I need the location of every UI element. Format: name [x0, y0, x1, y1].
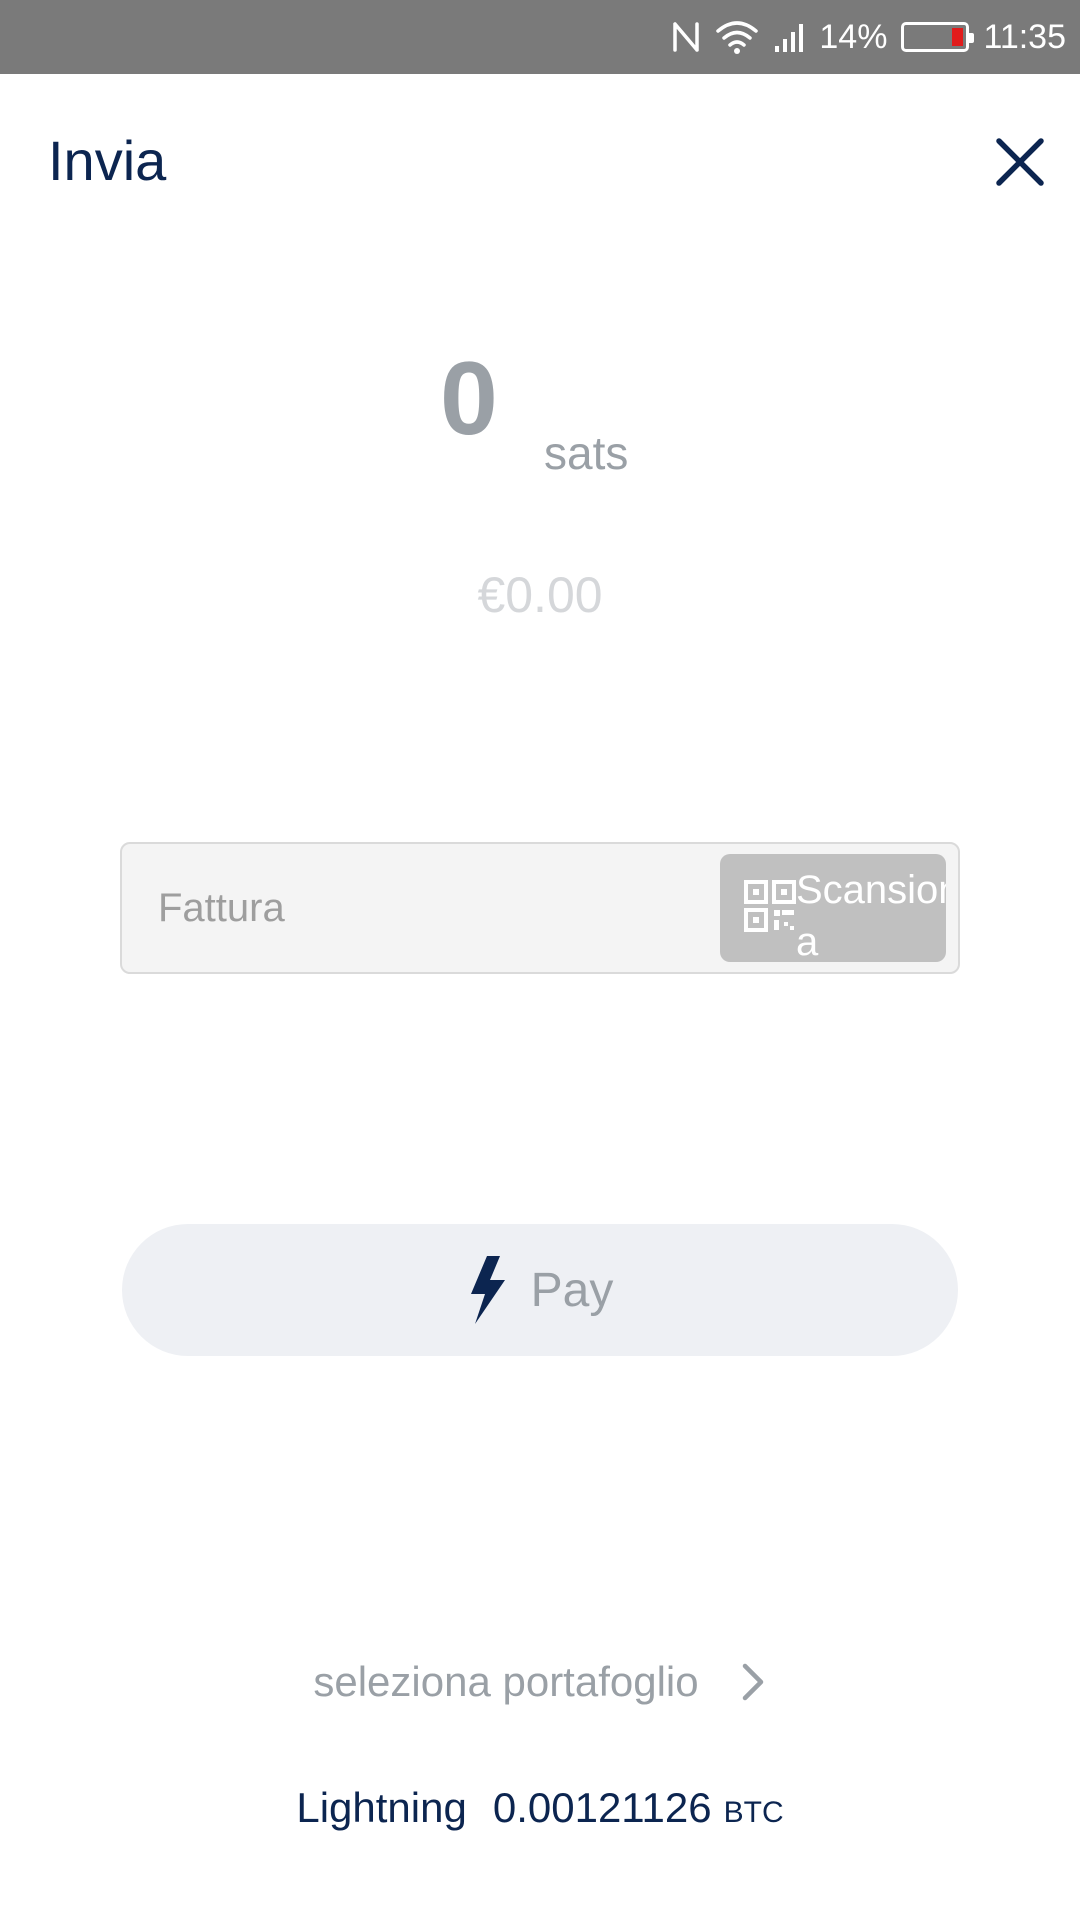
chevron-right-icon [742, 1663, 763, 1701]
wallet-selector-label: seleziona portafoglio [313, 1658, 699, 1705]
scan-button-label: Scansiona [796, 868, 946, 962]
balance-value: 0.00121126 [492, 1784, 712, 1831]
invoice-field: Scansiona [120, 842, 960, 974]
balance-unit: BTC [723, 1796, 784, 1829]
amount-value: 0 [440, 341, 498, 457]
signal-icon [773, 20, 805, 54]
pay-button[interactable]: Pay [122, 1224, 958, 1356]
fiat-amount: €0.00 [477, 567, 603, 623]
status-bar: 14% 11:35 [0, 0, 1080, 74]
pay-button-label: Pay [530, 1263, 614, 1317]
amount-unit: sats [544, 427, 629, 479]
wallet-name: Lightning [296, 1784, 467, 1831]
qr-code-icon [744, 880, 796, 932]
close-icon [996, 138, 1044, 186]
close-button[interactable] [990, 132, 1050, 192]
scan-button[interactable]: Scansiona [720, 854, 946, 962]
wallet-balance: Lightning 0.00121126 BTC [0, 1784, 1080, 1832]
lightning-icon [470, 1256, 505, 1324]
battery-percent: 14% [819, 17, 888, 56]
wallet-selector[interactable]: seleziona portafoglio [0, 1658, 1080, 1706]
amount-display[interactable]: 0 sats [0, 340, 1080, 500]
page-title: Invia [48, 129, 167, 192]
nfc-icon [671, 20, 701, 54]
battery-level [952, 28, 964, 46]
battery-icon [901, 22, 975, 52]
invoice-input[interactable] [158, 844, 698, 972]
wifi-icon [715, 19, 759, 55]
clock: 11:35 [983, 17, 1066, 56]
